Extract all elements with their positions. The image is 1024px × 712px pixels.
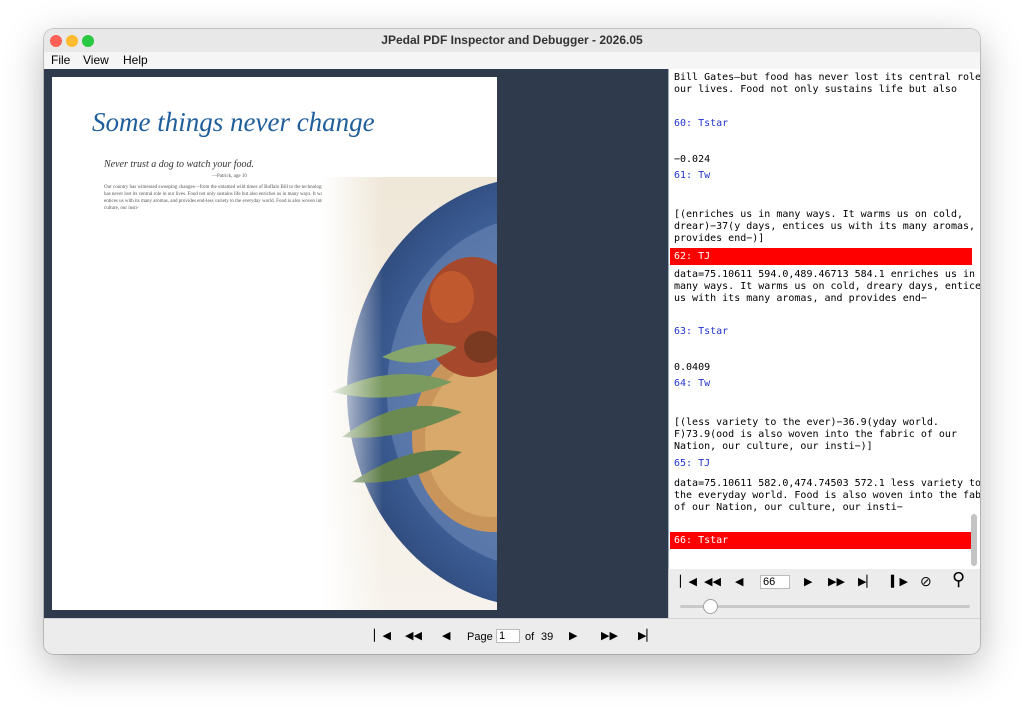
menu-help[interactable]: Help: [123, 53, 148, 67]
last-page-icon[interactable]: ▶▏: [638, 629, 655, 643]
step-slider-knob[interactable]: [703, 599, 718, 614]
cancel-icon[interactable]: ⊘: [920, 574, 932, 588]
back-many-button[interactable]: ◀◀: [704, 575, 721, 589]
page-headline: Some things never change: [92, 107, 375, 137]
debug-text-row: many ways. It warms us on cold, dreary d…: [674, 281, 980, 292]
page-attribution: —Patrick, age 10: [212, 174, 247, 179]
page-navigation-bar: ▏◀ ◀◀ ◀ Page of 39 ▶ ▶▶ ▶▏: [44, 618, 980, 654]
step-slider-track[interactable]: [680, 605, 970, 608]
debug-operator-row[interactable]: 61: Tw: [670, 170, 972, 182]
pdf-viewer[interactable]: Some things never change Never trust a d…: [44, 69, 668, 618]
menu-view[interactable]: View: [83, 53, 109, 67]
next-page-icon[interactable]: ▶: [569, 629, 577, 643]
debug-operator-row[interactable]: 66: Tstar: [670, 532, 972, 549]
debug-operator-row[interactable]: 62: TJ: [670, 248, 972, 265]
next-step-button[interactable]: ▶: [804, 575, 812, 589]
page-quote: Never trust a dog to watch your food.: [104, 159, 254, 170]
food-plate-image: [322, 177, 497, 610]
debug-text-row: 0.0409: [674, 362, 711, 373]
debug-text-row: the everyday world. Food is also woven i…: [674, 490, 980, 501]
fast-forward-icon[interactable]: ▶▶: [601, 629, 618, 643]
menu-bar: File View Help: [44, 52, 980, 69]
debug-text-row: provides end−)]: [674, 233, 765, 244]
debug-text-row: us with its many aromas, and provides en…: [674, 293, 927, 304]
first-step-button[interactable]: ▏◀: [680, 575, 697, 589]
page-label: Page: [467, 631, 493, 643]
debug-text-row: our lives. Food not only sustains life b…: [674, 84, 957, 95]
menu-file[interactable]: File: [51, 53, 70, 67]
page-number-input[interactable]: [496, 629, 520, 643]
first-page-icon[interactable]: ▏◀: [374, 629, 391, 643]
debug-text-row: of our Nation, our culture, our insti−: [674, 502, 903, 513]
of-label: of: [525, 631, 535, 643]
debug-operator-row[interactable]: 63: Tstar: [670, 326, 972, 338]
last-step-button[interactable]: ▶▏: [858, 575, 875, 589]
rewind-icon[interactable]: ◀◀: [405, 629, 422, 643]
debug-text-row: drear)−37(y days, entices us with its ma…: [674, 221, 980, 232]
prev-page-icon[interactable]: ◀: [442, 629, 450, 643]
step-number-input[interactable]: [760, 575, 790, 589]
total-pages: 39: [541, 631, 554, 643]
prev-step-button[interactable]: ◀: [735, 575, 743, 589]
debug-operator-row[interactable]: 65: TJ: [670, 458, 972, 470]
title-bar: JPedal PDF Inspector and Debugger - 2026…: [44, 29, 980, 53]
debug-operator-row[interactable]: 60: Tstar: [670, 118, 972, 130]
debug-text-row: −0.024: [674, 154, 711, 165]
step-into-button[interactable]: ▍▶: [891, 575, 908, 589]
pdf-page: Some things never change Never trust a d…: [52, 77, 497, 610]
debug-text-row: Nation, our culture, our insti−)]: [674, 441, 873, 452]
debugger-output[interactable]: Bill Gates—but food has never lost its c…: [668, 69, 980, 569]
debug-text-row: [(enriches us in many ways. It warms us …: [674, 209, 963, 220]
food-photo: [322, 177, 497, 610]
debug-text-row: data=75.10611 582.0,474.74503 572.1 less…: [674, 478, 980, 489]
debug-text-row: Bill Gates—but food has never lost its c…: [674, 72, 980, 83]
forward-many-button[interactable]: ▶▶: [828, 575, 845, 589]
window-title: JPedal PDF Inspector and Debugger - 2026…: [381, 33, 643, 47]
debug-text-row: [(less variety to the ever)−36.9(yday wo…: [674, 417, 939, 428]
debug-text-row: data=75.10611 594.0,489.46713 584.1 enri…: [674, 269, 976, 280]
debugger-controls: ▏◀ ◀◀ ◀ ▶ ▶▶ ▶▏ ▍▶ ⊘ ⚲: [668, 569, 980, 618]
debugger-scrollbar[interactable]: [971, 514, 977, 566]
app-window: JPedal PDF Inspector and Debugger - 2026…: [44, 29, 980, 654]
debug-operator-row[interactable]: 64: Tw: [670, 378, 972, 390]
debug-text-row: F)73.9(ood is also woven into the fabric…: [674, 429, 957, 440]
search-icon[interactable]: ⚲: [952, 570, 965, 588]
